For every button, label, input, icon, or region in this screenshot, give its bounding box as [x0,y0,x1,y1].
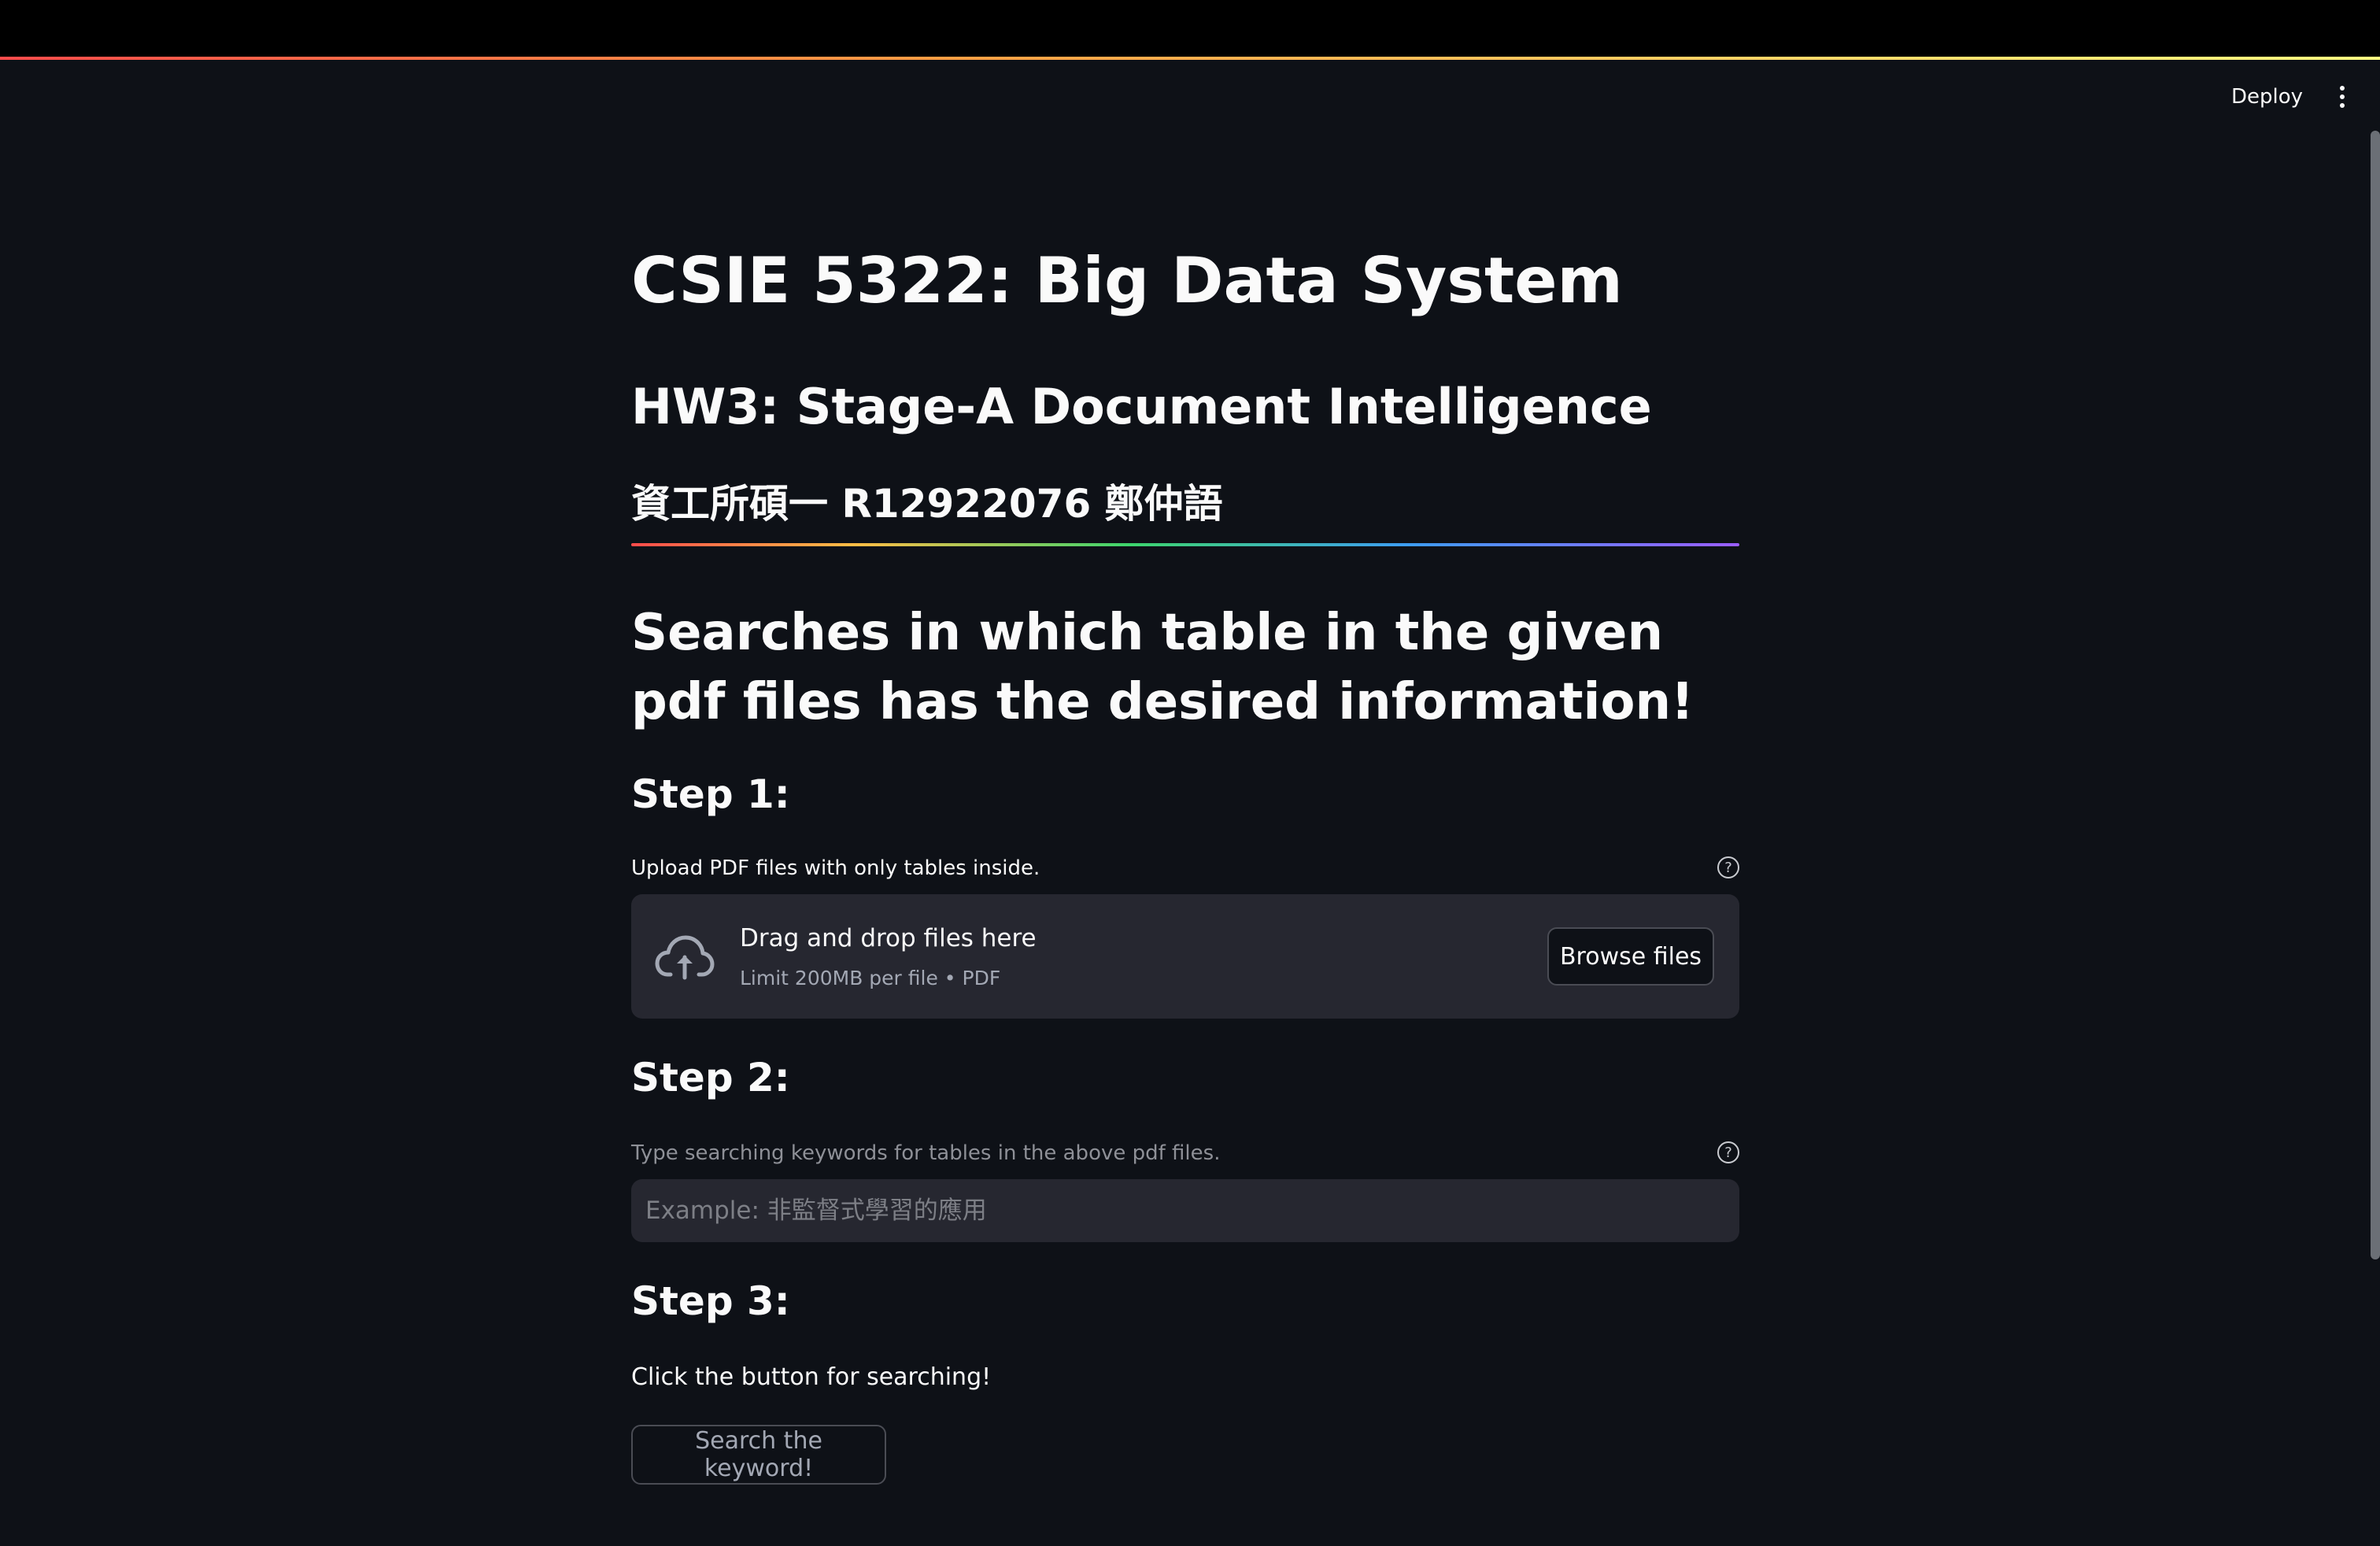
step-1-heading: Step 1: [631,771,790,817]
browser-top-bar [0,0,2380,57]
menu-dot [2340,86,2345,91]
cloud-upload-icon [655,935,715,980]
vertical-ellipsis-icon[interactable] [2326,77,2358,117]
step-2-heading: Step 2: [631,1055,790,1100]
keyword-label: Type searching keywords for tables in th… [631,1141,1221,1165]
author-line: 資工所碩一 R12922076 鄭仲語 [631,481,1223,527]
upload-label: Upload PDF files with only tables inside… [631,856,1040,880]
deploy-button[interactable]: Deploy [2217,77,2317,117]
question-circle-icon[interactable]: ? [1717,1141,1739,1163]
page-subtitle: HW3: Stage-A Document Intelligence [631,378,1652,435]
keyword-search-input[interactable] [631,1179,1739,1242]
file-uploader-dropzone[interactable]: Drag and drop files here Limit 200MB per… [631,894,1739,1019]
rainbow-divider [631,543,1739,546]
headline: Searches in which table in the given pdf… [631,604,1694,731]
page-title: CSIE 5322: Big Data System [631,244,1623,317]
browse-files-button[interactable]: Browse files [1547,927,1714,986]
menu-dot [2340,94,2345,99]
search-instruction: Click the button for searching! [631,1363,992,1391]
search-keyword-button[interactable]: Search the keyword! [631,1425,886,1485]
dropzone-limit-text: Limit 200MB per file • PDF [740,967,1001,989]
step-3-heading: Step 3: [631,1278,790,1324]
question-circle-icon[interactable]: ? [1717,856,1739,878]
app-header: Deploy [0,60,2380,134]
dropzone-instruction: Drag and drop files here [740,924,1037,952]
menu-dot [2340,103,2345,108]
scrollbar[interactable] [2371,131,2380,1259]
